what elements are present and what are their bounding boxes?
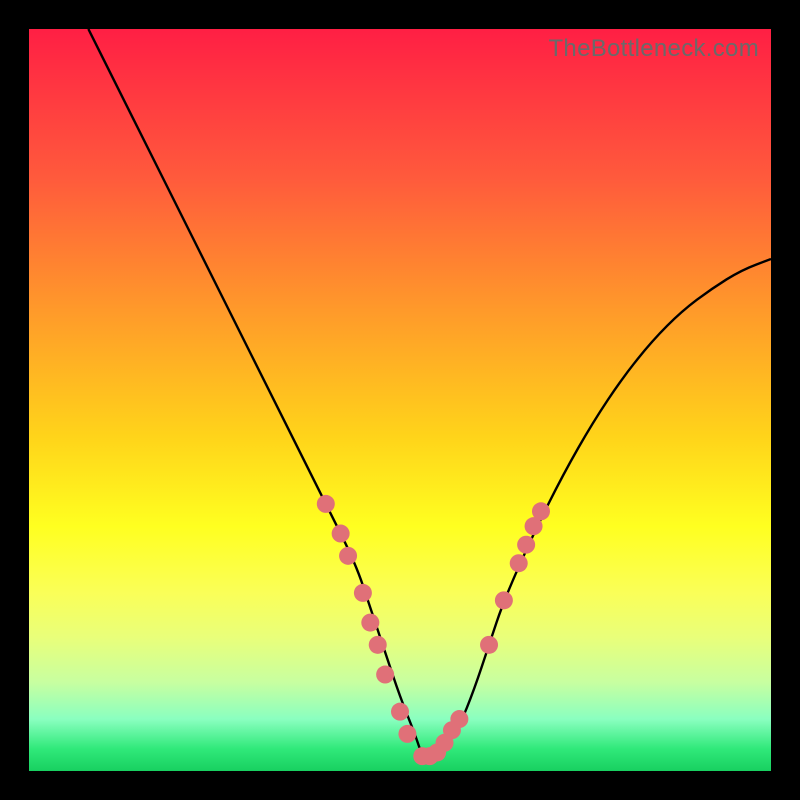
curve-marker: [398, 725, 416, 743]
curve-marker: [376, 666, 394, 684]
curve-marker: [354, 584, 372, 602]
curve-marker: [450, 710, 468, 728]
curve-marker: [495, 591, 513, 609]
curve-marker: [517, 536, 535, 554]
curve-marker: [391, 703, 409, 721]
curve-marker: [361, 614, 379, 632]
curve-marker: [339, 547, 357, 565]
curve-marker: [369, 636, 387, 654]
watermark-text: TheBottleneck.com: [548, 35, 759, 63]
curve-marker: [532, 502, 550, 520]
chart-frame: TheBottleneck.com: [0, 0, 800, 800]
curve-marker: [480, 636, 498, 654]
curve-markers: [29, 29, 771, 771]
curve-marker: [510, 554, 528, 572]
curve-marker: [317, 495, 335, 513]
curve-marker: [332, 525, 350, 543]
chart-plot-area: TheBottleneck.com: [29, 29, 771, 771]
